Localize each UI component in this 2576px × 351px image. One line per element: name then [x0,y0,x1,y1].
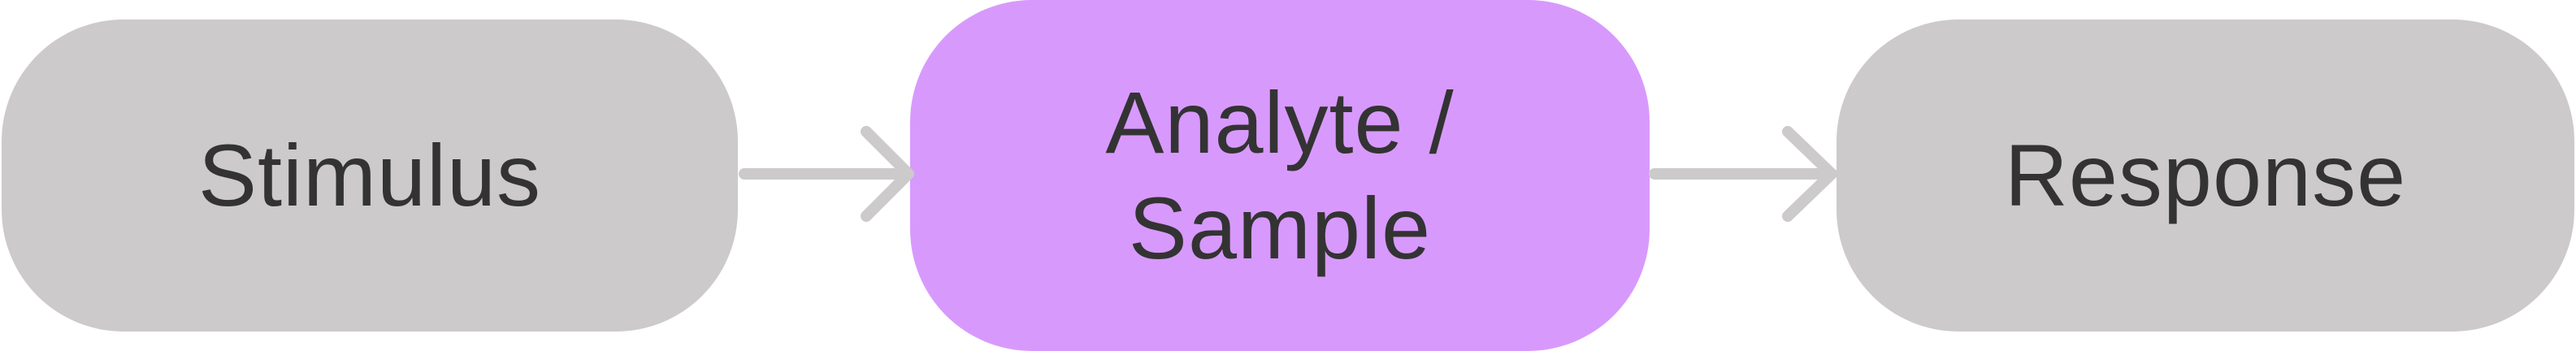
stimulus-node: Stimulus [2,20,738,332]
response-label: Response [2004,126,2407,225]
arrow-stimulus-to-analyte [739,126,914,222]
arrow-analyte-to-response [1649,126,1837,222]
arrow-stimulus-to-analyte-head [861,126,914,222]
response-node: Response [1837,20,2574,332]
analyte-sample-node: Analyte / Sample [910,0,1650,351]
analyte-sample-label: Analyte / Sample [1105,73,1455,277]
arrow-analyte-to-response-head [1782,126,1837,222]
flow-diagram: Stimulus Analyte / Sample Response [0,0,2576,351]
stimulus-label: Stimulus [197,126,542,225]
